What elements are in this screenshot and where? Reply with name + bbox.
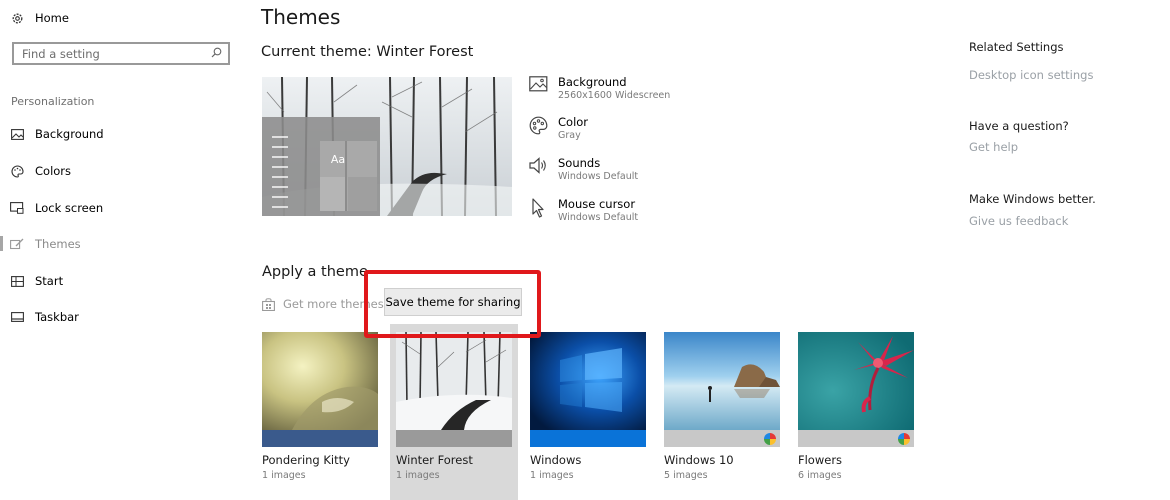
theme-name: Pondering Kitty: [262, 453, 350, 467]
property-name: Sounds: [558, 156, 601, 170]
desktop-icon-settings-link[interactable]: Desktop icon settings: [969, 68, 1093, 82]
theme-count: 5 images: [664, 470, 708, 481]
color-wheel-icon: [898, 433, 910, 445]
theme-tile-pondering-kitty[interactable]: Pondering Kitty 1 images: [262, 332, 378, 481]
theme-count: 1 images: [396, 470, 440, 481]
cursor-icon: [529, 198, 549, 218]
theme-color-bar: [530, 430, 646, 447]
theme-color-bar: [664, 430, 780, 447]
property-value: 2560x1600 Widescreen: [558, 90, 671, 101]
search-placeholder: Find a setting: [22, 46, 100, 61]
theme-preview: Aa: [262, 77, 512, 216]
theme-name: Winter Forest: [396, 453, 473, 467]
theme-tile-winter-forest[interactable]: Winter Forest 1 images: [396, 332, 512, 481]
lock-screen-icon: [10, 201, 24, 215]
start-grid-icon: [10, 274, 24, 288]
home-label: Home: [35, 11, 69, 25]
sidebar-item-background[interactable]: Background: [10, 123, 104, 145]
current-theme-heading: Current theme: Winter Forest: [261, 44, 474, 60]
store-icon: [262, 297, 275, 311]
property-value: Gray: [558, 130, 581, 141]
theme-name: Windows 10: [664, 453, 734, 467]
section-label: Personalization: [11, 95, 95, 108]
theme-thumbnail: [664, 332, 780, 430]
brush-icon: [10, 237, 24, 251]
theme-name: Windows: [530, 453, 582, 467]
annotation-highlight: [364, 270, 541, 338]
related-settings-title: Related Settings: [969, 40, 1064, 54]
sidebar-item-label: Taskbar: [35, 310, 79, 324]
apply-theme-heading: Apply a theme: [262, 264, 368, 280]
theme-thumbnail: [530, 332, 646, 430]
active-indicator: [0, 236, 3, 251]
property-color[interactable]: Color Gray: [529, 115, 588, 142]
gear-icon: [10, 11, 24, 25]
page-title: Themes: [261, 5, 341, 29]
property-background[interactable]: Background 2560x1600 Widescreen: [529, 75, 670, 102]
theme-tile-flowers[interactable]: Flowers 6 images: [798, 332, 914, 481]
sidebar-item-lock-screen[interactable]: Lock screen: [10, 197, 103, 219]
theme-color-bar: [262, 430, 378, 447]
color-wheel-icon: [764, 433, 776, 445]
sidebar-item-label: Themes: [35, 237, 81, 251]
sidebar-item-label: Start: [35, 274, 64, 288]
search-input[interactable]: Find a setting: [12, 42, 230, 65]
get-help-link[interactable]: Get help: [969, 140, 1018, 154]
property-sounds[interactable]: Sounds Windows Default: [529, 156, 638, 183]
sidebar-item-label: Lock screen: [35, 201, 104, 215]
taskbar-icon: [10, 310, 24, 324]
question-title: Have a question?: [969, 119, 1069, 133]
theme-thumbnail: [798, 332, 914, 430]
theme-tile-windows-10[interactable]: Windows 10 5 images: [664, 332, 780, 481]
feedback-title: Make Windows better.: [969, 192, 1096, 206]
theme-count: 1 images: [530, 470, 574, 481]
theme-color-bar: [798, 430, 914, 447]
theme-thumbnail: [262, 332, 378, 430]
sidebar-item-colors[interactable]: Colors: [10, 160, 71, 182]
property-name: Background: [558, 75, 627, 89]
theme-tile-windows[interactable]: Windows 1 images: [530, 332, 646, 481]
preview-sample-text: Aa: [330, 153, 346, 166]
property-mouse-cursor[interactable]: Mouse cursor Windows Default: [529, 197, 638, 224]
theme-count: 1 images: [262, 470, 306, 481]
theme-count: 6 images: [798, 470, 842, 481]
search-icon: [211, 47, 222, 61]
sidebar-item-themes[interactable]: Themes: [10, 233, 81, 255]
speaker-icon: [529, 157, 549, 177]
property-name: Color: [558, 115, 589, 129]
theme-name: Flowers: [798, 453, 843, 467]
theme-thumbnail: [396, 332, 512, 430]
sidebar-item-start[interactable]: Start: [10, 270, 63, 292]
palette-icon: [10, 164, 24, 178]
property-value: Windows Default: [558, 212, 639, 223]
give-feedback-link[interactable]: Give us feedback: [969, 214, 1068, 228]
home-link[interactable]: Home: [10, 7, 69, 29]
sidebar-item-taskbar[interactable]: Taskbar: [10, 306, 79, 328]
palette-icon: [529, 116, 549, 136]
property-name: Mouse cursor: [558, 197, 636, 211]
sidebar-item-label: Colors: [35, 164, 72, 178]
picture-icon: [529, 76, 549, 96]
property-value: Windows Default: [558, 171, 639, 182]
theme-color-bar: [396, 430, 512, 447]
picture-icon: [10, 127, 24, 141]
sidebar-item-label: Background: [35, 127, 104, 141]
